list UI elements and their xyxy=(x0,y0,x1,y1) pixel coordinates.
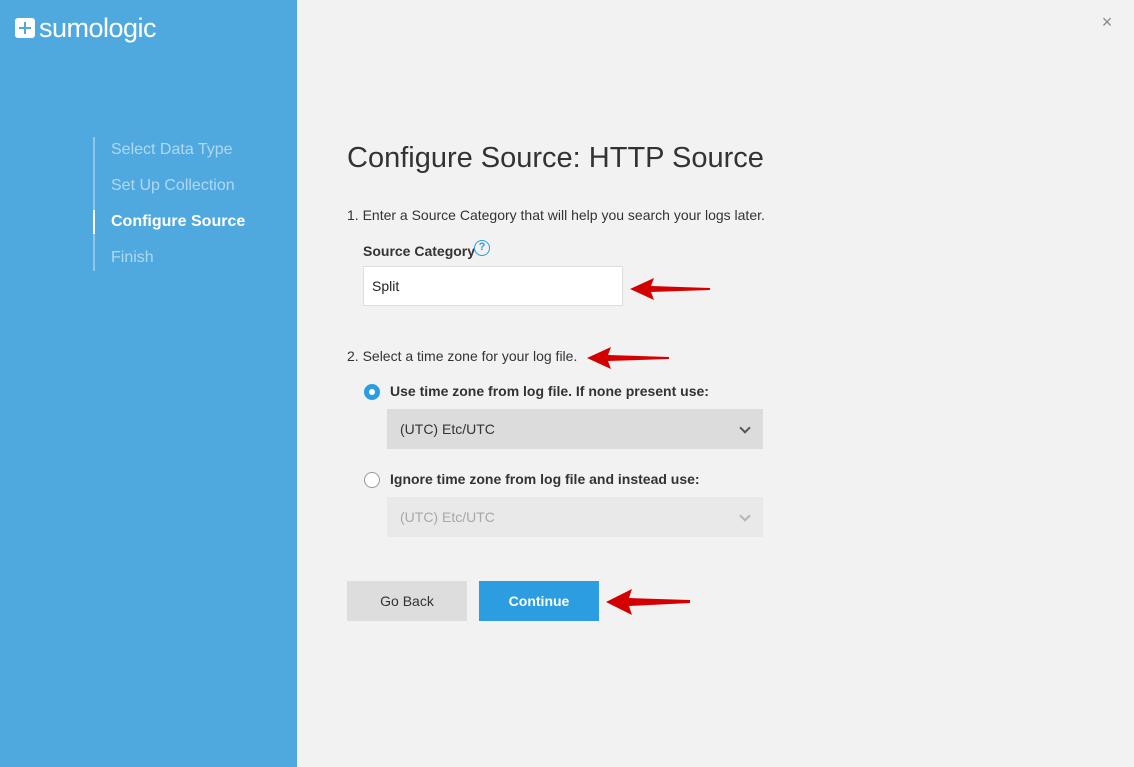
step-finish: Finish xyxy=(111,249,154,266)
timezone-select-value: (UTC) Etc/UTC xyxy=(400,421,495,437)
source-category-label: Source Category xyxy=(363,243,476,259)
help-icon[interactable]: ? xyxy=(474,240,490,256)
radio-use-log-timezone[interactable] xyxy=(364,384,380,400)
close-icon[interactable]: × xyxy=(1097,12,1117,32)
chevron-down-icon xyxy=(739,510,751,522)
timezone-select-override: (UTC) Etc/UTC xyxy=(387,497,763,537)
timezone-select-value: (UTC) Etc/UTC xyxy=(400,509,495,525)
timezone-select-primary[interactable]: (UTC) Etc/UTC xyxy=(387,409,763,449)
annotation-arrow-icon xyxy=(606,589,690,615)
sumologic-logo: sumologic xyxy=(15,13,157,43)
step-configure-source: Configure Source xyxy=(92,210,245,234)
annotation-arrow-icon xyxy=(587,347,669,369)
source-category-instruction: 1. Enter a Source Category that will hel… xyxy=(347,207,765,223)
source-category-input[interactable] xyxy=(363,266,623,306)
chevron-down-icon xyxy=(739,422,751,434)
radio-ignore-log-timezone[interactable] xyxy=(364,472,380,488)
continue-button[interactable]: Continue xyxy=(479,581,599,621)
time-zone-instruction: 2. Select a time zone for your log file. xyxy=(347,348,578,364)
plus-square-icon xyxy=(15,18,35,38)
wizard-sidebar: sumologic Select Data Type Set Up Collec… xyxy=(0,0,297,767)
page-title: Configure Source: HTTP Source xyxy=(347,142,764,174)
logo-text: sumologic xyxy=(39,13,157,43)
radio-label-ignore-log-timezone[interactable]: Ignore time zone from log file and inste… xyxy=(390,470,700,488)
wizard-steps: Select Data Type Set Up Collection Confi… xyxy=(92,137,273,271)
step-set-up-collection[interactable]: Set Up Collection xyxy=(95,174,235,198)
annotation-arrow-icon xyxy=(630,278,710,300)
step-select-data-type[interactable]: Select Data Type xyxy=(95,138,233,162)
go-back-button[interactable]: Go Back xyxy=(347,581,467,621)
radio-label-use-log-timezone[interactable]: Use time zone from log file. If none pre… xyxy=(390,382,709,400)
